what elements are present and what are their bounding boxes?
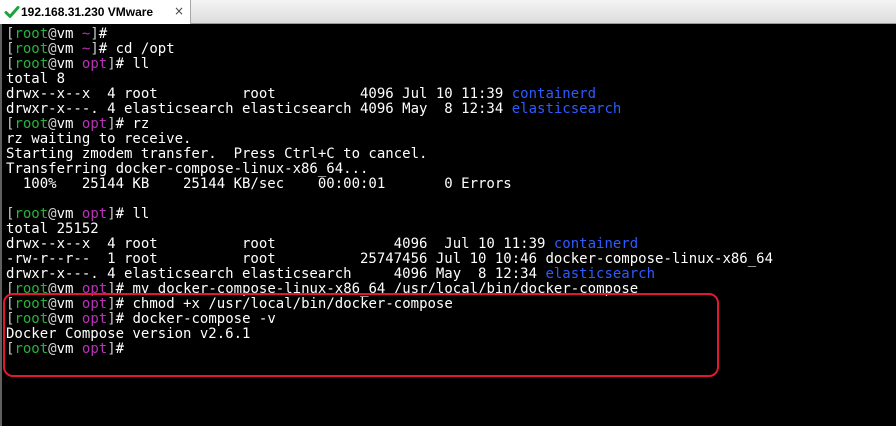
terminal-line: 100% 25144 KB 25144 KB/sec 00:00:01 0 Er… xyxy=(6,177,773,192)
line-text: ll xyxy=(124,56,150,72)
prompt-host: vm xyxy=(56,56,74,72)
line-text: ll xyxy=(124,206,150,222)
terminal-line: total 25152 xyxy=(6,222,773,237)
prompt-host: vm xyxy=(56,41,74,57)
terminal-line: [root@vm opt]# ll xyxy=(6,57,773,72)
line-text: drwx--x--x 4 root root 4096 Jul 10 11:39 xyxy=(6,86,512,102)
terminal-line: [root@vm ~]# cd /opt xyxy=(6,42,773,57)
prompt-bracket: ] xyxy=(107,116,116,132)
terminal-line: Starting zmodem transfer. Press Ctrl+C t… xyxy=(6,147,773,162)
prompt-host: vm xyxy=(56,26,74,42)
prompt-host: vm xyxy=(56,206,74,222)
prompt-user: root xyxy=(14,26,49,42)
prompt-at: @ xyxy=(48,56,57,72)
line-text: total 8 xyxy=(6,71,66,87)
tab-title: 192.168.31.230 VMware xyxy=(21,5,154,19)
terminal-line: rz waiting to receive. xyxy=(6,132,773,147)
prompt-at: @ xyxy=(48,26,57,42)
prompt-bracket: ] xyxy=(90,26,99,42)
terminal-line: drwxr-x---. 4 elasticsearch elasticsearc… xyxy=(6,102,773,117)
prompt-at: @ xyxy=(48,206,57,222)
terminal-line: Transferring docker-compose-linux-x86_64… xyxy=(6,162,773,177)
connected-check-icon xyxy=(4,6,20,18)
prompt-user: root xyxy=(14,116,49,132)
directory-name: elasticsearch xyxy=(545,266,656,282)
line-text: drwxr-x---. 4 elasticsearch elasticsearc… xyxy=(6,266,546,282)
prompt-symbol: # xyxy=(115,56,125,72)
terminal-line: [root@vm opt]# ll xyxy=(6,207,773,222)
prompt-symbol: # xyxy=(115,116,125,132)
prompt-bracket: ] xyxy=(107,206,116,222)
session-tab[interactable]: 192.168.31.230 VMware × xyxy=(0,0,191,24)
terminal-line: drwxr-x---. 4 elasticsearch elasticsearc… xyxy=(6,267,773,282)
line-text: drwxr-x---. 4 elasticsearch elasticsearc… xyxy=(6,101,512,117)
prompt-bracket: ] xyxy=(90,41,99,57)
prompt-symbol: # xyxy=(115,206,125,222)
terminal-line: drwx--x--x 4 root root 4096 Jul 10 11:39… xyxy=(6,237,773,252)
prompt-user: root xyxy=(14,206,49,222)
terminal-line: [root@vm ~]# xyxy=(6,27,773,42)
directory-name: elasticsearch xyxy=(511,101,622,117)
prompt-user: root xyxy=(14,41,49,57)
prompt-dir: opt xyxy=(81,116,108,132)
line-text: 100% 25144 KB 25144 KB/sec 00:00:01 0 Er… xyxy=(6,176,512,192)
red-annotation-box xyxy=(3,293,719,377)
line-text: rz xyxy=(124,116,150,132)
tab-bar: 192.168.31.230 VMware × xyxy=(0,0,896,24)
prompt-user: root xyxy=(14,56,49,72)
prompt-dir: opt xyxy=(81,56,108,72)
line-text: rz waiting to receive. xyxy=(6,131,192,147)
terminal-line: drwx--x--x 4 root root 4096 Jul 10 11:39… xyxy=(6,87,773,102)
terminal-pane[interactable]: [root@vm ~]# [root@vm ~]# cd /opt [root@vm… xyxy=(0,24,896,426)
line-text: Starting zmodem transfer. Press Ctrl+C t… xyxy=(6,146,428,162)
prompt-symbol: # xyxy=(98,41,108,57)
prompt-dir: opt xyxy=(81,206,108,222)
prompt-symbol: # xyxy=(98,26,108,42)
line-text: cd /opt xyxy=(107,41,175,57)
prompt-at: @ xyxy=(48,116,57,132)
prompt-at: @ xyxy=(48,41,57,57)
directory-name: containerd xyxy=(511,86,597,102)
line-text: drwx--x--x 4 root root 4096 Jul 10 11:39 xyxy=(6,236,554,252)
line-text: total 25152 xyxy=(6,221,99,237)
prompt-bracket: ] xyxy=(107,56,116,72)
terminal-line: [root@vm opt]# rz xyxy=(6,117,773,132)
close-icon[interactable]: × xyxy=(172,4,186,18)
line-text: -rw-r--r-- 1 root root 25747456 Jul 10 1… xyxy=(6,251,774,267)
terminal-line: total 8 xyxy=(6,72,773,87)
directory-name: containerd xyxy=(553,236,639,252)
prompt-host: vm xyxy=(56,116,74,132)
terminal-line: -rw-r--r-- 1 root root 25747456 Jul 10 1… xyxy=(6,252,773,267)
line-text: Transferring docker-compose-linux-x86_64… xyxy=(6,161,369,177)
